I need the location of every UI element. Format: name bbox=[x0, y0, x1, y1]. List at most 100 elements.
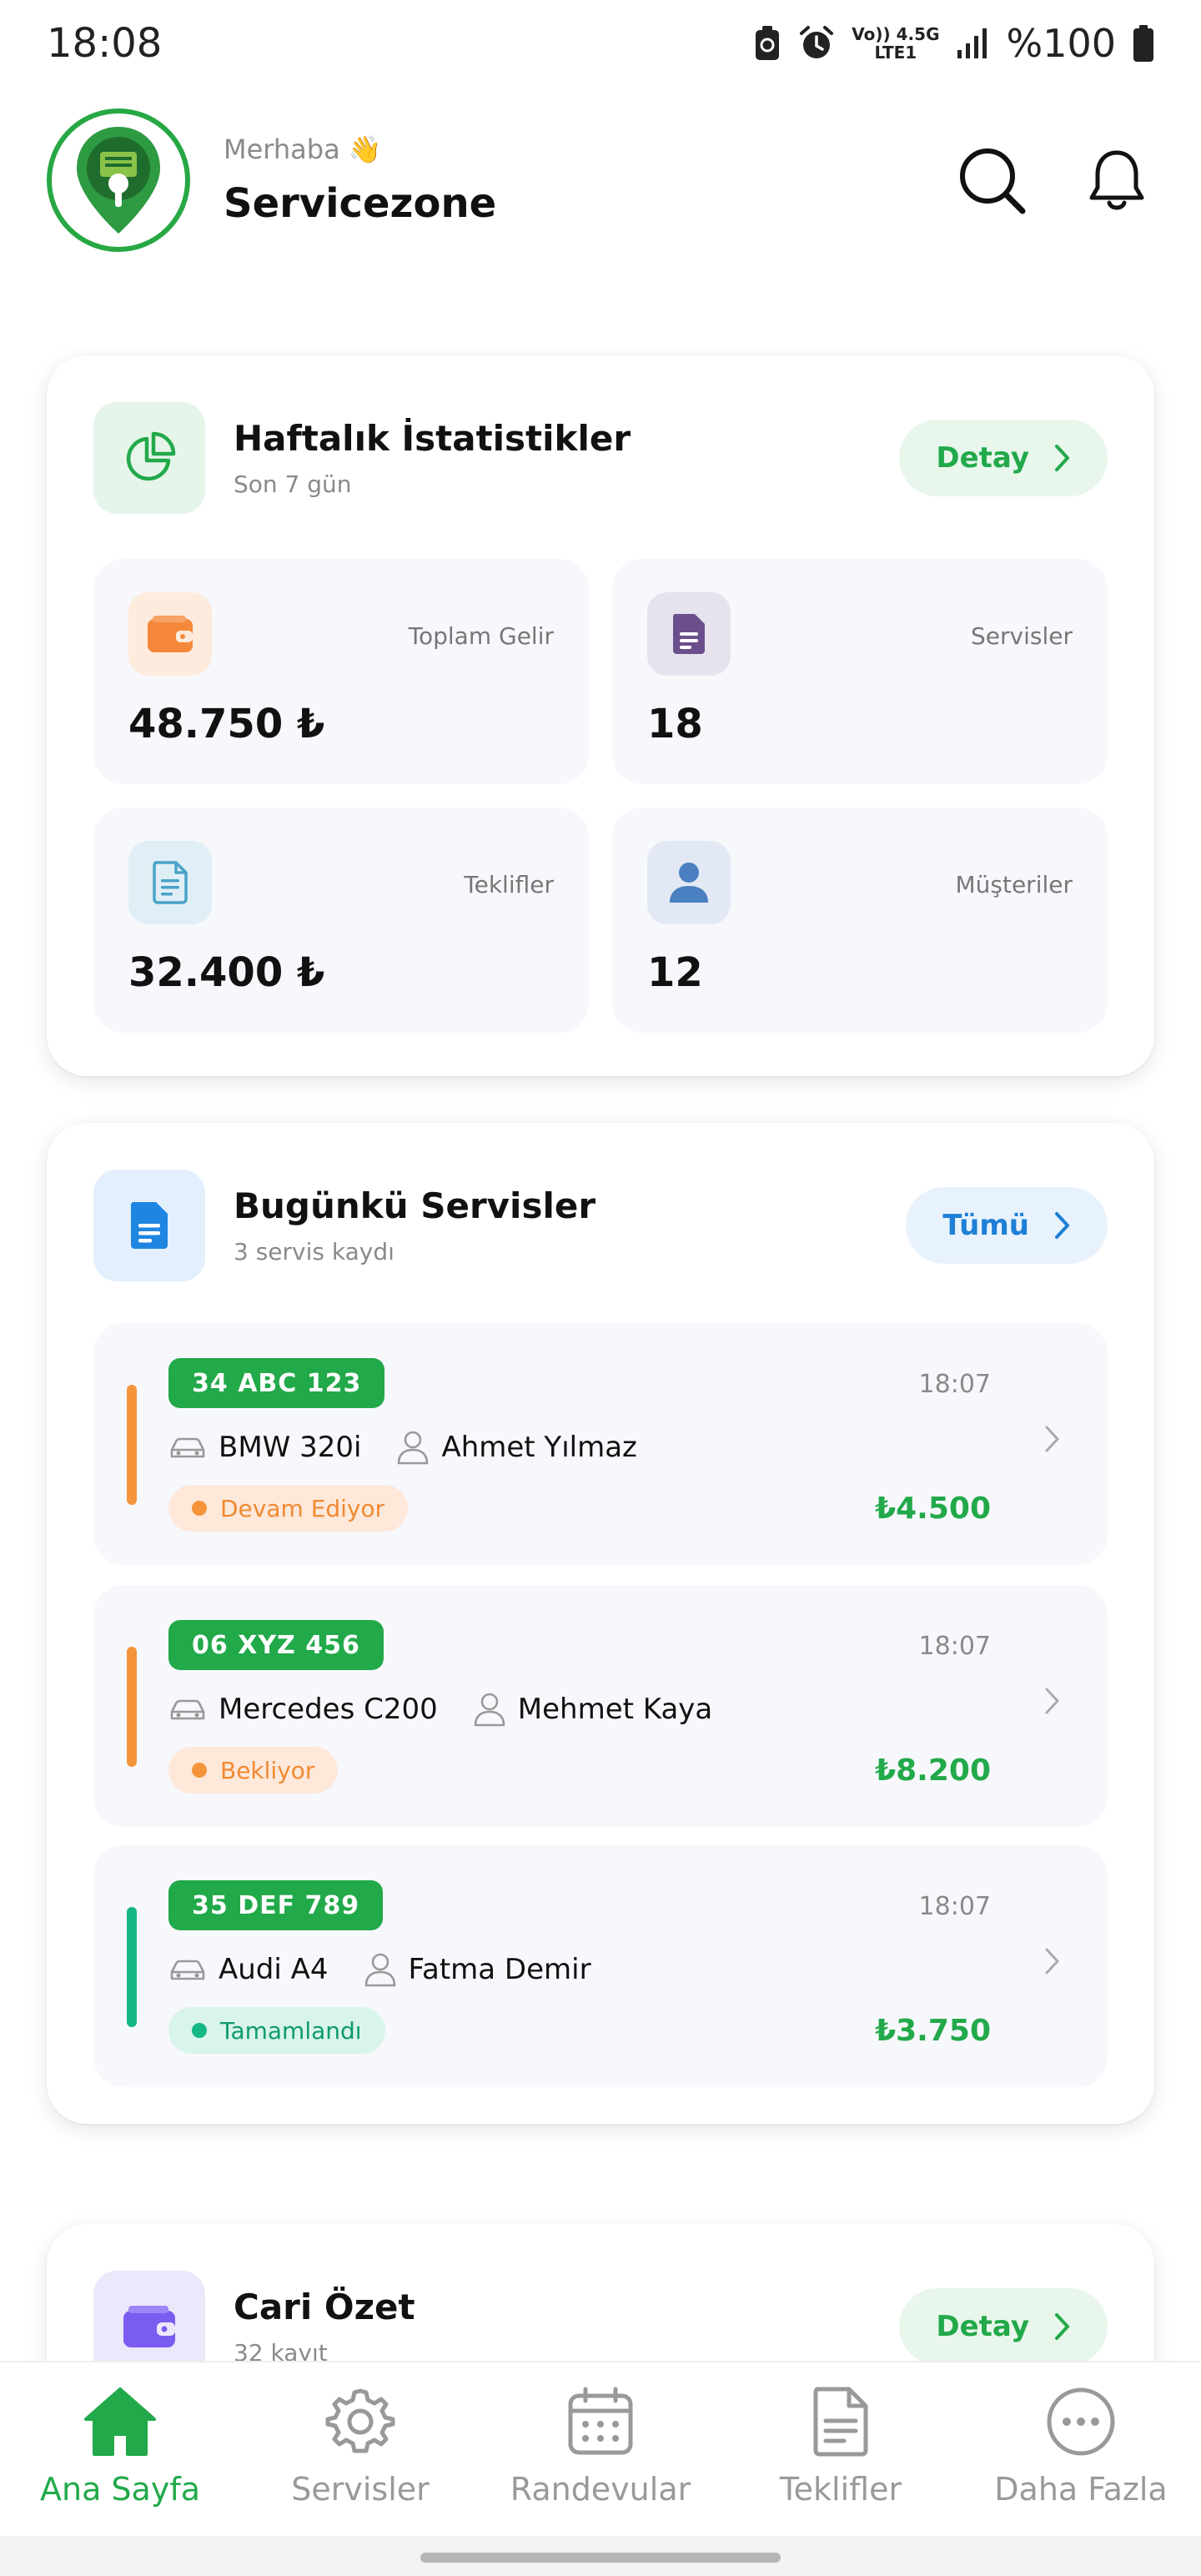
search-button[interactable] bbox=[954, 143, 1029, 218]
license-plate: 06 XYZ 456 bbox=[168, 1620, 384, 1670]
greeting-text: Merhaba 👋 bbox=[224, 133, 382, 165]
car-model: BMW 320i bbox=[219, 1431, 362, 1464]
status-dot bbox=[192, 1763, 207, 1778]
wallet-icon bbox=[148, 616, 193, 652]
nav-label: Randevular bbox=[510, 2471, 691, 2508]
document-icon-box bbox=[647, 592, 731, 676]
user-outline-icon bbox=[473, 1692, 506, 1727]
chevron-right-icon bbox=[1045, 1426, 1059, 1452]
stat-offers[interactable]: Teklifler 32.400 ₺ bbox=[93, 808, 589, 1033]
stat-label: Müşteriler bbox=[955, 871, 1073, 898]
notifications-button[interactable] bbox=[1079, 143, 1154, 218]
service-time: 18:07 bbox=[918, 1892, 991, 1921]
home-icon bbox=[84, 2387, 156, 2456]
status-time: 18:08 bbox=[47, 20, 163, 67]
today-services-subtitle: 3 servis kaydı bbox=[234, 1238, 394, 1265]
stat-value: 48.750 ₺ bbox=[128, 701, 325, 747]
wallet-icon bbox=[123, 2306, 175, 2347]
stat-label: Toplam Gelir bbox=[408, 622, 554, 650]
nav-item-services[interactable]: Servisler bbox=[240, 2362, 480, 2536]
app-header: Merhaba 👋 Servicezone bbox=[47, 108, 1154, 252]
status-indicator-bar bbox=[127, 1385, 137, 1505]
pie-chart-icon-box bbox=[93, 402, 205, 514]
service-row[interactable]: 34 ABC 123 18:07 BMW 320i Ahmet Yılmaz D… bbox=[93, 1323, 1108, 1565]
stat-value: 18 bbox=[647, 701, 703, 747]
today-services-header: Bugünkü Servisler 3 servis kaydı Tümü bbox=[93, 1170, 1108, 1281]
network-top-label: Vo)) 4.5G bbox=[852, 24, 940, 44]
status-indicator-bar bbox=[127, 1907, 137, 2027]
nav-item-appointments[interactable]: Randevular bbox=[480, 2362, 721, 2536]
status-text: Devam Ediyor bbox=[220, 1494, 385, 1522]
nav-label: Servisler bbox=[291, 2471, 430, 2508]
pie-chart-icon bbox=[126, 431, 176, 481]
gear-icon bbox=[325, 2388, 395, 2453]
license-plate: 34 ABC 123 bbox=[168, 1358, 385, 1408]
app-name: Servicezone bbox=[224, 180, 497, 227]
cari-summary-title: Cari Özet bbox=[234, 2287, 415, 2327]
today-services-title: Bugünkü Servisler bbox=[234, 1185, 596, 1226]
service-info: Audi A4 Fatma Demir bbox=[168, 1952, 591, 1987]
nav-label: Ana Sayfa bbox=[39, 2471, 200, 2508]
service-amount: ₺4.500 bbox=[875, 1491, 991, 1526]
car-icon bbox=[168, 1697, 207, 1722]
recycle-battery-icon bbox=[756, 26, 780, 60]
gesture-area bbox=[0, 2536, 1201, 2576]
status-badge: Tamamlandı bbox=[168, 2007, 385, 2054]
stat-total-revenue[interactable]: Toplam Gelir 48.750 ₺ bbox=[93, 559, 589, 784]
document-icon bbox=[131, 1202, 168, 1249]
status-badge: Devam Ediyor bbox=[168, 1485, 409, 1532]
service-row[interactable]: 35 DEF 789 18:07 Audi A4 Fatma Demir Tam… bbox=[93, 1845, 1108, 2087]
file-lines-icon bbox=[153, 861, 188, 904]
cari-summary-detail-button[interactable]: Detay bbox=[899, 2288, 1108, 2365]
home-gesture-bar[interactable] bbox=[420, 2553, 781, 2563]
weekly-stats-card: Haftalık İstatistikler Son 7 gün Detay T… bbox=[47, 355, 1154, 1076]
search-icon bbox=[960, 148, 1026, 214]
view-all-button[interactable]: Tümü bbox=[906, 1187, 1108, 1264]
stat-value: 12 bbox=[647, 949, 703, 996]
chevron-right-icon bbox=[1055, 1212, 1069, 1239]
service-amount: ₺3.750 bbox=[875, 2013, 991, 2048]
status-bar: 18:08 Vo)) 4.5G LTE1 %100 bbox=[0, 0, 1201, 87]
header-actions bbox=[954, 143, 1154, 218]
car-model: Audi A4 bbox=[219, 1953, 329, 1986]
nav-item-more[interactable]: Daha Fazla bbox=[961, 2362, 1201, 2536]
network-bottom-label: LTE1 bbox=[874, 43, 917, 63]
chevron-right-icon bbox=[1055, 445, 1069, 471]
nav-item-home[interactable]: Ana Sayfa bbox=[0, 2362, 240, 2536]
chevron-right-icon bbox=[1055, 2313, 1069, 2340]
customer-name: Mehmet Kaya bbox=[517, 1693, 713, 1726]
user-outline-icon bbox=[364, 1952, 397, 1987]
customer-name: Fatma Demir bbox=[408, 1953, 591, 1986]
file-lines-icon-box bbox=[128, 841, 212, 924]
status-dot bbox=[192, 1501, 207, 1516]
service-row[interactable]: 06 XYZ 456 18:07 Mercedes C200 Mehmet Ka… bbox=[93, 1585, 1108, 1827]
alarm-icon bbox=[800, 26, 834, 58]
nav-item-offers[interactable]: Teklifler bbox=[721, 2362, 961, 2536]
service-time: 18:07 bbox=[918, 1370, 991, 1399]
stat-services[interactable]: Servisler 18 bbox=[612, 559, 1108, 784]
service-time: 18:07 bbox=[918, 1632, 991, 1661]
car-model: Mercedes C200 bbox=[219, 1693, 438, 1726]
license-plate: 35 DEF 789 bbox=[168, 1880, 384, 1930]
battery-level: %100 bbox=[1006, 21, 1116, 66]
location-pin-icon bbox=[77, 127, 160, 234]
stat-customers[interactable]: Müşteriler 12 bbox=[612, 808, 1108, 1033]
document-icon bbox=[673, 614, 705, 654]
user-outline-icon bbox=[396, 1430, 430, 1465]
today-services-card: Bugünkü Servisler 3 servis kaydı Tümü 34… bbox=[47, 1123, 1154, 2124]
weekly-stats-detail-button[interactable]: Detay bbox=[899, 420, 1108, 496]
weekly-stats-title: Haftalık İstatistikler bbox=[234, 418, 631, 459]
detail-button-label: Detay bbox=[936, 2310, 1029, 2343]
weekly-stats-subtitle: Son 7 gün bbox=[234, 470, 352, 498]
car-icon bbox=[168, 1435, 207, 1460]
status-text: Bekliyor bbox=[220, 1756, 315, 1784]
battery-icon bbox=[1133, 25, 1153, 62]
stats-grid: Toplam Gelir 48.750 ₺ Servisler 18 Tekli… bbox=[93, 559, 1108, 1033]
status-icons: Vo)) 4.5G LTE1 %100 bbox=[753, 21, 1154, 66]
document-icon-box bbox=[93, 1170, 205, 1281]
service-amount: ₺8.200 bbox=[875, 1753, 991, 1788]
nav-label: Teklifler bbox=[779, 2471, 902, 2508]
status-dot bbox=[192, 2023, 207, 2038]
weekly-stats-header: Haftalık İstatistikler Son 7 gün Detay bbox=[93, 402, 1108, 514]
signal-icon bbox=[957, 28, 987, 58]
